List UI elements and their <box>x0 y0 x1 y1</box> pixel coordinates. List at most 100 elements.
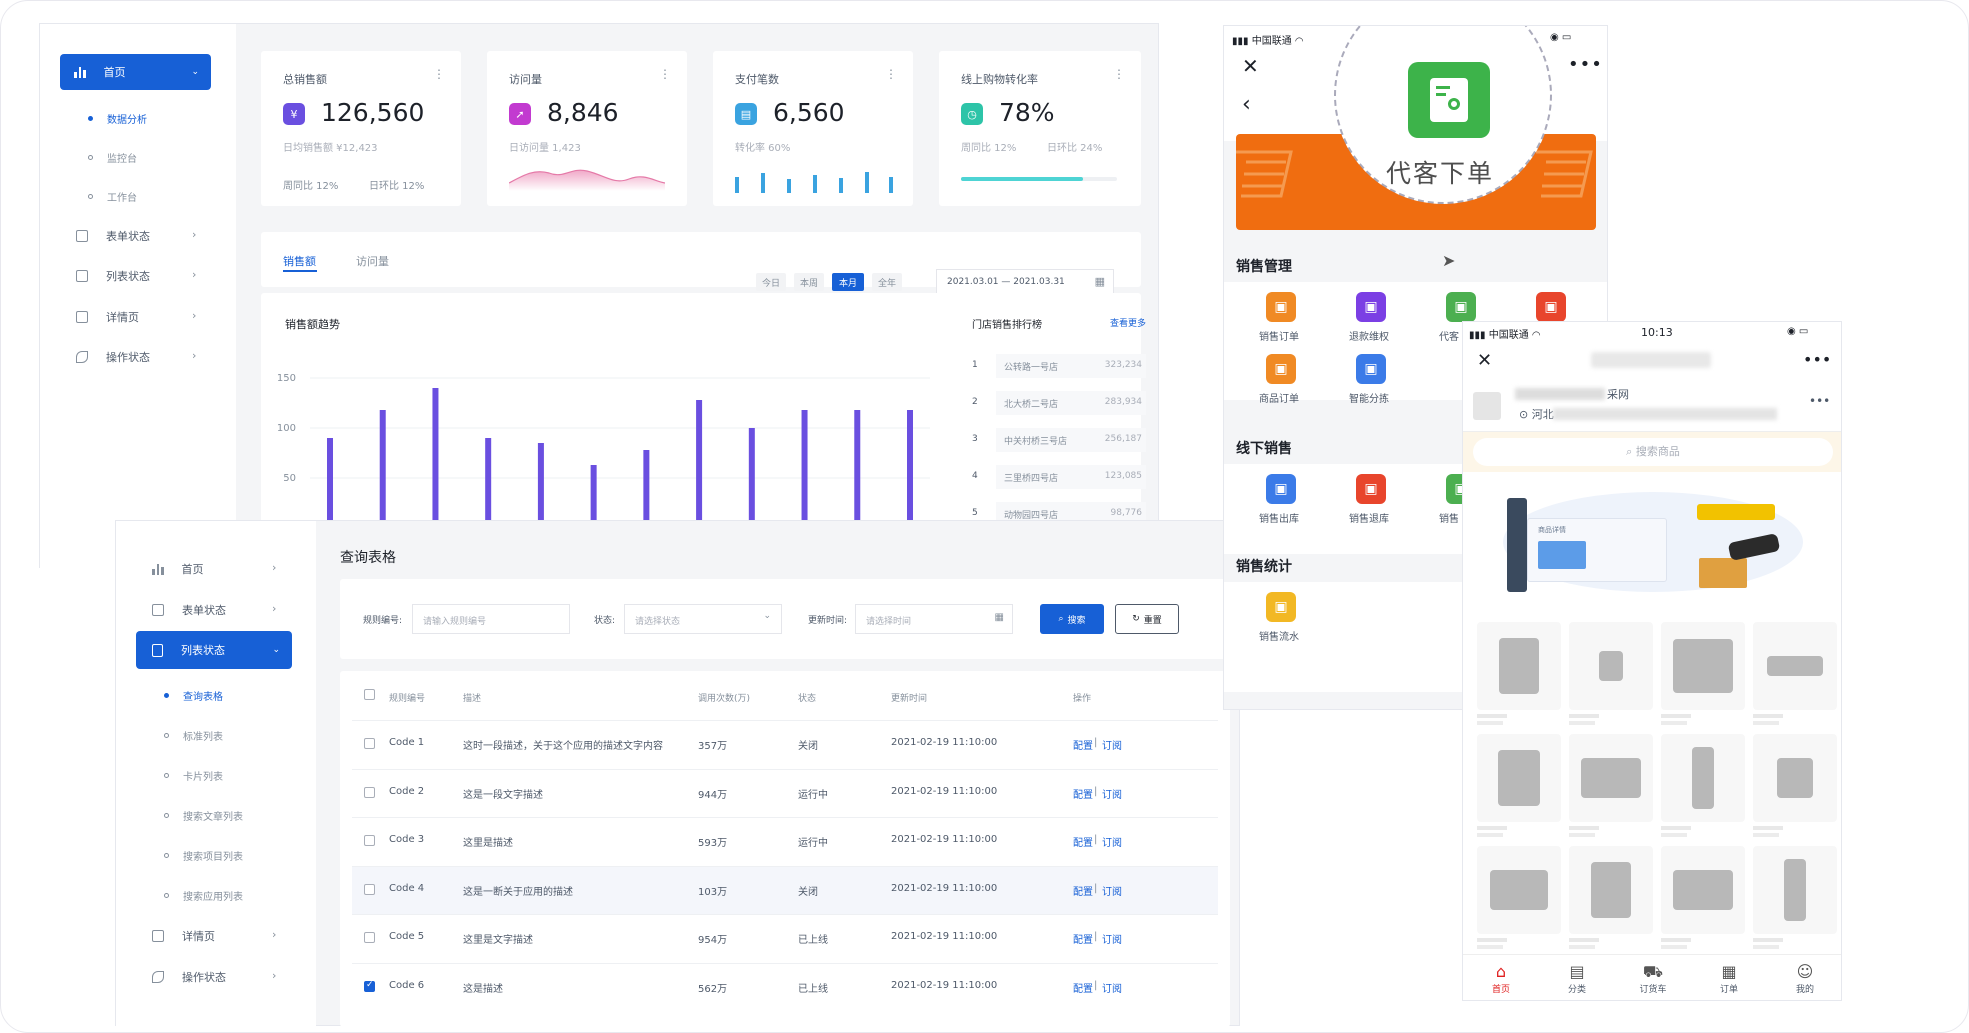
tab-visits[interactable]: 访问量 <box>356 253 389 269</box>
product-item[interactable] <box>1661 622 1745 710</box>
more-icon[interactable]: ⋮ <box>1113 67 1125 81</box>
config-link[interactable]: 配置 <box>1073 883 1093 898</box>
grid-item-label[interactable]: 退款维权 <box>1349 328 1389 343</box>
row-checkbox[interactable] <box>364 932 375 943</box>
grid-item-label[interactable]: 销售出库 <box>1259 510 1299 525</box>
product-item[interactable] <box>1753 734 1837 822</box>
config-link[interactable]: 配置 <box>1073 786 1093 801</box>
bar[interactable] <box>590 465 597 528</box>
product-item[interactable] <box>1477 622 1561 710</box>
return-icon[interactable]: ▣ <box>1356 474 1386 504</box>
grid-item-label[interactable]: 代客 <box>1439 328 1459 343</box>
tab-order[interactable]: ▦ 订单 <box>1709 962 1749 995</box>
product-item[interactable] <box>1753 622 1837 710</box>
bar[interactable] <box>748 428 755 528</box>
product-item[interactable] <box>1569 846 1653 934</box>
product-item[interactable] <box>1569 622 1653 710</box>
tab-sales[interactable]: 销售额 <box>283 253 316 269</box>
search-button[interactable]: ⌕ 搜索 <box>1040 604 1104 634</box>
row-checkbox[interactable] <box>364 738 375 749</box>
config-link[interactable]: 配置 <box>1073 980 1093 995</box>
sidebar-sub-query-table[interactable]: 查询表格 <box>164 688 223 703</box>
period-today[interactable]: 今日 <box>756 273 786 291</box>
back-icon[interactable]: ‹ <box>1242 92 1251 117</box>
bag-icon[interactable]: ▣ <box>1266 354 1296 384</box>
tab-category[interactable]: ▤ 分类 <box>1557 962 1597 995</box>
bar[interactable] <box>485 438 492 528</box>
sidebar-sub-article-list[interactable]: 搜索文章列表 <box>164 808 243 823</box>
close-icon[interactable]: ✕ <box>1242 54 1259 78</box>
close-icon[interactable]: ✕ <box>1477 350 1492 371</box>
bar[interactable] <box>327 438 333 528</box>
ledger-icon[interactable]: ▣ <box>1266 592 1296 622</box>
grid-item-label[interactable]: 销售流水 <box>1259 628 1299 643</box>
grid-item-label[interactable]: 销售订单 <box>1259 328 1299 343</box>
row-checkbox[interactable] <box>364 835 375 846</box>
sidebar-item-list[interactable]: 列表状态 ⌄ <box>136 631 292 669</box>
product-item[interactable] <box>1661 846 1745 934</box>
period-year[interactable]: 全年 <box>872 273 902 291</box>
refund-icon[interactable]: ▣ <box>1356 292 1386 322</box>
grid-item-label[interactable]: 销售退库 <box>1349 510 1389 525</box>
sidebar-item-home[interactable]: 首页 ⌄ <box>60 54 211 90</box>
bar[interactable] <box>643 450 650 528</box>
sidebar-sub-app-list[interactable]: 搜索应用列表 <box>164 888 243 903</box>
more-icon[interactable]: ⋮ <box>659 67 671 81</box>
subscribe-link[interactable]: 订阅 <box>1102 786 1122 801</box>
subscribe-link[interactable]: 订阅 <box>1102 980 1122 995</box>
view-more-link[interactable]: 查看更多 <box>1110 316 1146 329</box>
sidebar-item-home[interactable]: 首页 <box>152 561 204 577</box>
product-item[interactable] <box>1477 734 1561 822</box>
select-all-checkbox[interactable] <box>364 689 375 700</box>
rule-number-input[interactable]: 请输入规则编号 <box>412 604 570 634</box>
sidebar-item-form[interactable]: 表单状态 <box>152 602 226 618</box>
bar[interactable] <box>696 400 703 528</box>
bar[interactable] <box>432 388 439 528</box>
subscribe-link[interactable]: 订阅 <box>1102 931 1122 946</box>
search-input[interactable]: ⌕ 搜索商品 <box>1473 438 1833 466</box>
agent-icon[interactable]: ▣ <box>1446 292 1476 322</box>
doc-icon[interactable]: ▣ <box>1266 292 1296 322</box>
config-link[interactable]: 配置 <box>1073 931 1093 946</box>
sidebar-sub-project-list[interactable]: 搜索项目列表 <box>164 848 243 863</box>
cart-icon[interactable]: ▣ <box>1536 292 1566 322</box>
tab-profile[interactable]: ☺ 我的 <box>1785 962 1825 995</box>
more-icon[interactable]: ⋮ <box>433 67 445 81</box>
row-checkbox[interactable] <box>364 883 375 895</box>
product-item[interactable] <box>1661 734 1745 822</box>
sidebar-sub-workbench[interactable]: 工作台 <box>88 189 137 204</box>
status-select[interactable]: 请选择状态 ⌄ <box>624 604 782 634</box>
sidebar-item-detail[interactable]: 详情页 <box>152 928 215 944</box>
row-checkbox[interactable] <box>364 786 375 798</box>
sidebar-item-detail[interactable]: 详情页 <box>76 309 139 325</box>
sidebar-sub-data-analysis[interactable]: 数据分析 <box>88 111 147 126</box>
more-icon[interactable]: ••• <box>1568 54 1603 75</box>
sidebar-item-ops[interactable]: 操作状态 <box>152 969 226 985</box>
bar[interactable] <box>801 410 808 528</box>
config-link[interactable]: 配置 <box>1073 737 1093 752</box>
subscribe-link[interactable]: 订阅 <box>1102 834 1122 849</box>
period-week[interactable]: 本周 <box>794 273 824 291</box>
bar[interactable] <box>854 410 861 528</box>
period-month[interactable]: 本月 <box>832 273 864 291</box>
sidebar-item-ops[interactable]: 操作状态 <box>76 349 150 365</box>
sidebar-sub-standard-list[interactable]: 标准列表 <box>164 728 223 743</box>
outbound-icon[interactable]: ▣ <box>1266 474 1296 504</box>
reset-button[interactable]: ↻ 重置 <box>1115 604 1179 634</box>
grid-item-label[interactable]: 商品订单 <box>1259 390 1299 405</box>
config-link[interactable]: 配置 <box>1073 834 1093 849</box>
product-item[interactable] <box>1753 846 1837 934</box>
bar[interactable] <box>537 443 544 528</box>
grid-item-label[interactable]: 销售 <box>1439 510 1459 525</box>
subscribe-link[interactable]: 订阅 <box>1102 883 1122 898</box>
grid-item-label[interactable]: 智能分拣 <box>1349 390 1389 405</box>
date-range-picker[interactable]: 2021.03.01 — 2021.03.31 ▦ <box>936 269 1114 295</box>
tab-home[interactable]: ⌂ 首页 <box>1481 962 1521 995</box>
product-item[interactable] <box>1569 734 1653 822</box>
product-item[interactable] <box>1477 846 1561 934</box>
bar[interactable] <box>379 410 386 528</box>
more-icon[interactable]: ••• <box>1803 350 1831 369</box>
sidebar-item-list[interactable]: 列表状态 <box>76 268 150 284</box>
subscribe-link[interactable]: 订阅 <box>1102 737 1122 752</box>
tab-cart[interactable]: ⛟ 订货车 <box>1633 962 1673 995</box>
